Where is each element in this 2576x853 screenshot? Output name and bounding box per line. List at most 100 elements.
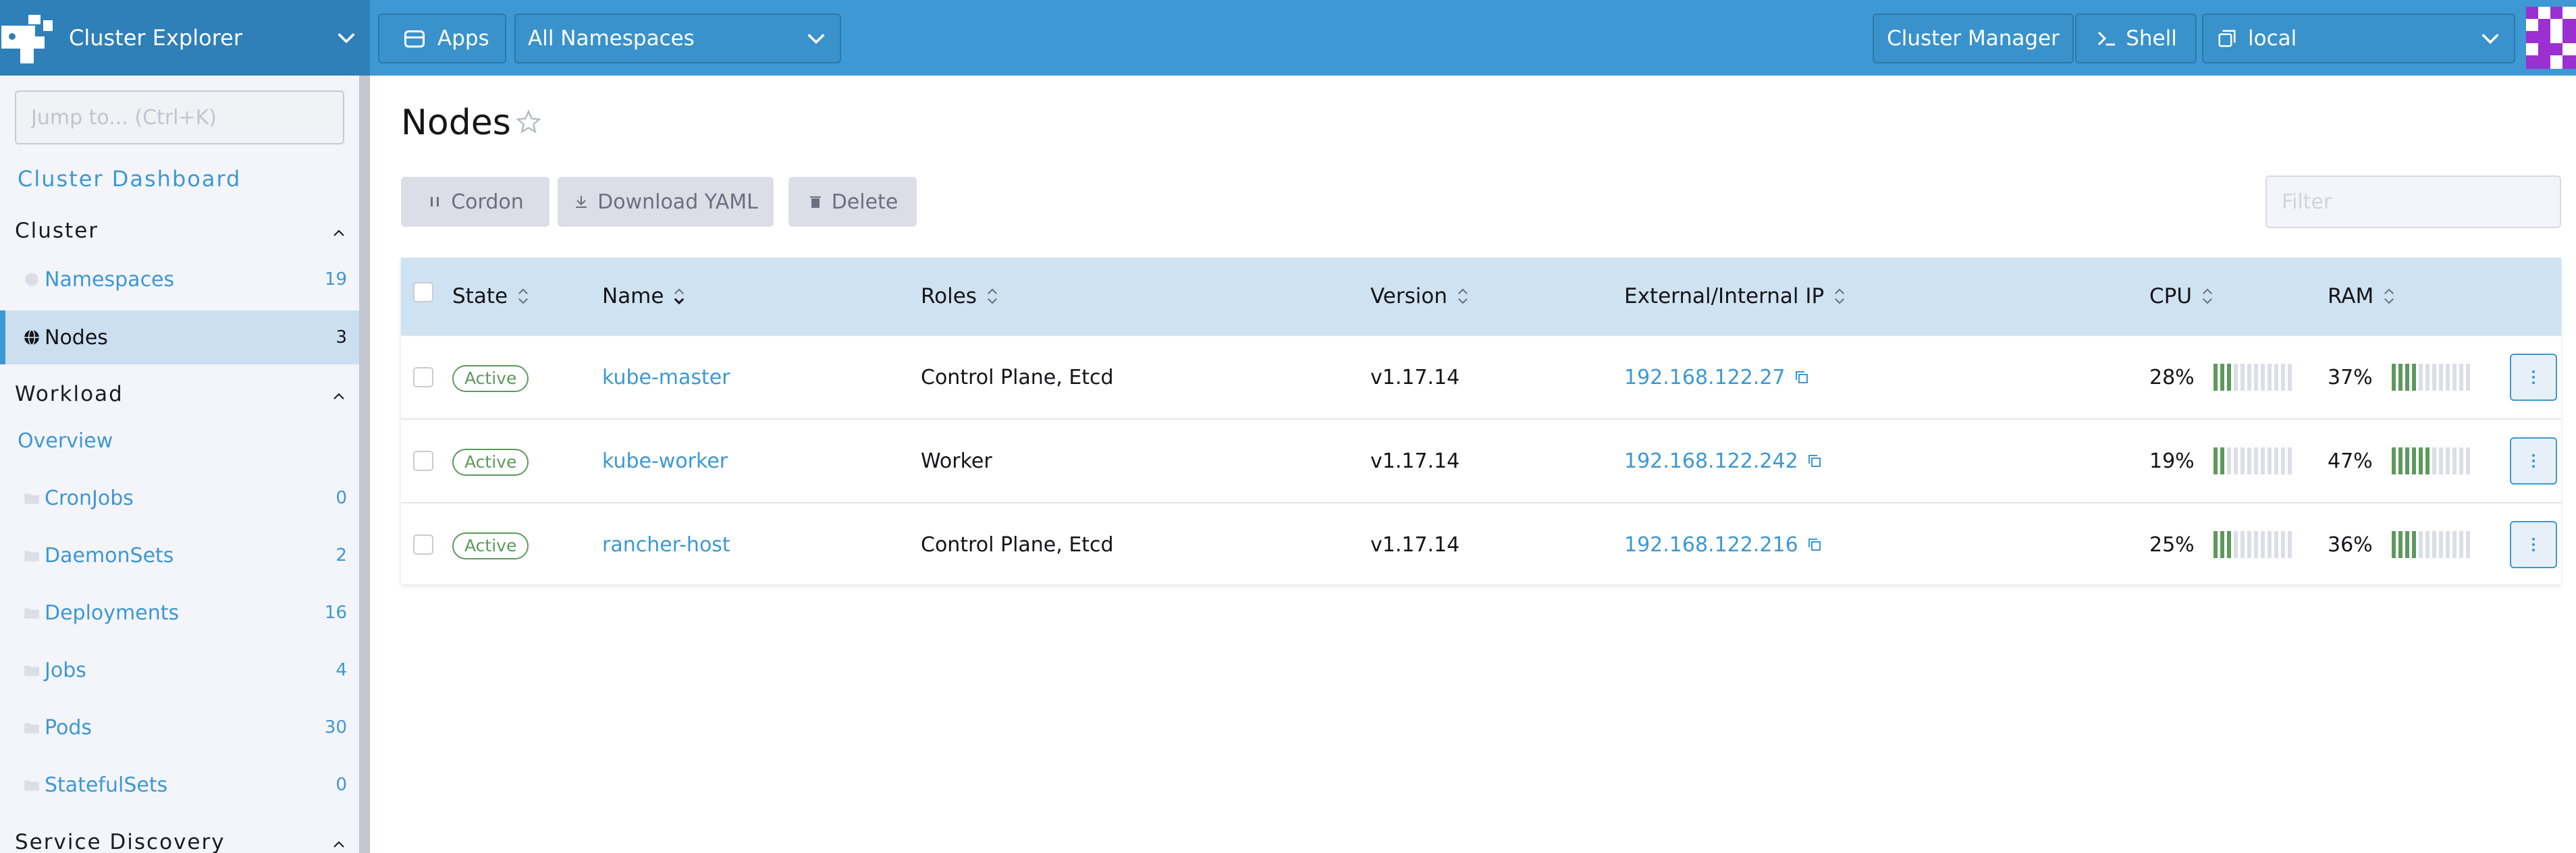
node-ip: 192.168.122.27 (1624, 336, 1810, 418)
meter-segment (2465, 364, 2470, 391)
ram-meter (2391, 531, 2470, 558)
ram-meter (2391, 447, 2470, 474)
chevron-up-icon (331, 223, 347, 239)
cpu-meter (2213, 364, 2292, 391)
column-header-roles[interactable]: Roles (921, 258, 1000, 335)
cluster-manager-button[interactable]: Cluster Manager (1873, 13, 2074, 63)
sidebar-item-overview[interactable]: Overview (18, 429, 113, 453)
sidebar-item-cronjobs[interactable]: CronJobs 0 (0, 471, 359, 525)
meter-segment (2253, 447, 2258, 474)
meter-segment (2267, 447, 2272, 474)
sidebar-item-label: StatefulSets (45, 773, 168, 797)
sidebar-item-nodes[interactable]: Nodes 3 (0, 310, 359, 364)
column-header-state[interactable]: State (452, 258, 531, 335)
column-header-ip[interactable]: External/Internal IP (1624, 258, 1847, 335)
apps-button[interactable]: Apps (378, 13, 506, 63)
meter-segment (2445, 531, 2450, 558)
download-yaml-label: Download YAML (597, 190, 758, 214)
chevron-up-icon (331, 834, 347, 850)
sidebar-item-count: 4 (336, 660, 347, 680)
delete-button[interactable]: Delete (788, 177, 917, 227)
jump-to-input[interactable] (15, 90, 344, 144)
shell-button[interactable]: Shell (2075, 13, 2197, 63)
meter-segment (2233, 364, 2238, 391)
meter-segment (2405, 447, 2409, 474)
cpu-percent: 25% (2149, 532, 2195, 557)
meter-segment (2226, 447, 2231, 474)
group-service-discovery[interactable]: Service Discovery (15, 823, 352, 853)
sort-desc-icon (672, 286, 687, 306)
sidebar-item-label: DaemonSets (45, 543, 174, 568)
cpu-percent: 19% (2149, 449, 2195, 473)
meter-segment (2425, 447, 2430, 474)
copy-icon[interactable] (1806, 536, 1823, 553)
row-checkbox[interactable] (413, 367, 433, 387)
more-vertical-icon (2531, 370, 2535, 385)
download-yaml-button[interactable]: Download YAML (558, 177, 774, 227)
sidebar-item-deployments[interactable]: Deployments 16 (0, 586, 359, 640)
table-row[interactable]: Active kube-master Control Plane, Etcd v… (401, 335, 2561, 418)
sort-icon (2200, 286, 2215, 306)
copy-icon[interactable] (1806, 453, 1823, 469)
namespace-select[interactable]: All Namespaces (514, 13, 841, 63)
row-actions-button[interactable] (2510, 521, 2557, 568)
meter-segment (2391, 364, 2396, 391)
column-header-version[interactable]: Version (1370, 258, 1470, 335)
column-header-ram[interactable]: RAM (2328, 258, 2396, 335)
column-label: Roles (921, 284, 977, 308)
meter-segment (2432, 531, 2436, 558)
user-avatar[interactable] (2526, 7, 2576, 69)
sidebar-item-statefulsets[interactable]: StatefulSets 0 (0, 758, 359, 812)
row-actions-button[interactable] (2510, 437, 2557, 485)
select-all-checkbox[interactable] (413, 282, 433, 302)
node-ip-link[interactable]: 192.168.122.242 (1624, 449, 1798, 473)
row-checkbox[interactable] (413, 534, 433, 555)
column-header-cpu[interactable]: CPU (2149, 258, 2215, 335)
node-name-link[interactable]: rancher-host (602, 503, 730, 586)
row-actions-button[interactable] (2510, 354, 2557, 401)
sidebar-item-pods[interactable]: Pods 30 (0, 700, 359, 754)
folder-icon (23, 661, 41, 679)
sidebar-item-label: Nodes (45, 325, 108, 350)
row-checkbox[interactable] (413, 451, 433, 471)
meter-segment (2287, 447, 2292, 474)
sidebar-item-daemonsets[interactable]: DaemonSets 2 (0, 528, 359, 582)
meter-segment (2425, 364, 2430, 391)
meter-segment (2274, 447, 2278, 474)
filter-input[interactable] (2265, 175, 2561, 228)
cluster-explorer-title: Cluster Explorer (69, 25, 242, 51)
group-service-discovery-title: Service Discovery (15, 830, 225, 853)
sidebar-item-jobs[interactable]: Jobs 4 (0, 643, 359, 697)
ram-usage: 37% (2328, 336, 2470, 418)
meter-segment (2267, 531, 2272, 558)
meter-segment (2253, 364, 2258, 391)
node-ip-link[interactable]: 192.168.122.216 (1624, 533, 1798, 557)
node-version: v1.17.14 (1370, 365, 1460, 389)
sidebar-item-namespaces[interactable]: Namespaces 19 (0, 252, 359, 306)
node-ip: 192.168.122.242 (1624, 420, 1823, 502)
meter-segment (2391, 447, 2396, 474)
meter-segment (2418, 447, 2423, 474)
node-ip-link[interactable]: 192.168.122.27 (1624, 366, 1786, 389)
sidebar-item-count: 3 (336, 327, 347, 348)
copy-icon[interactable] (1794, 369, 1810, 385)
group-cluster[interactable]: Cluster (15, 212, 352, 250)
meter-segment (2280, 447, 2285, 474)
cluster-explorer-menu[interactable]: Cluster Explorer (0, 0, 370, 76)
meter-segment (2465, 531, 2470, 558)
group-workload[interactable]: Workload (15, 375, 352, 413)
download-icon (573, 194, 589, 210)
star-icon[interactable] (516, 109, 541, 135)
node-name-link[interactable]: kube-worker (602, 420, 728, 502)
status-badge: Active (452, 532, 529, 559)
cluster-dashboard-link[interactable]: Cluster Dashboard (18, 166, 241, 192)
cordon-button[interactable]: Cordon (401, 177, 549, 227)
table-row[interactable]: Active rancher-host Control Plane, Etcd … (401, 502, 2561, 586)
meter-segment (2274, 531, 2278, 558)
cluster-select[interactable]: local (2202, 13, 2515, 63)
column-header-name[interactable]: Name (602, 258, 687, 335)
sort-icon (985, 286, 1000, 306)
node-name-link[interactable]: kube-master (602, 336, 730, 418)
table-row[interactable]: Active kube-worker Worker v1.17.14 192.1… (401, 418, 2561, 502)
sidebar-scrollbar[interactable] (359, 76, 370, 853)
